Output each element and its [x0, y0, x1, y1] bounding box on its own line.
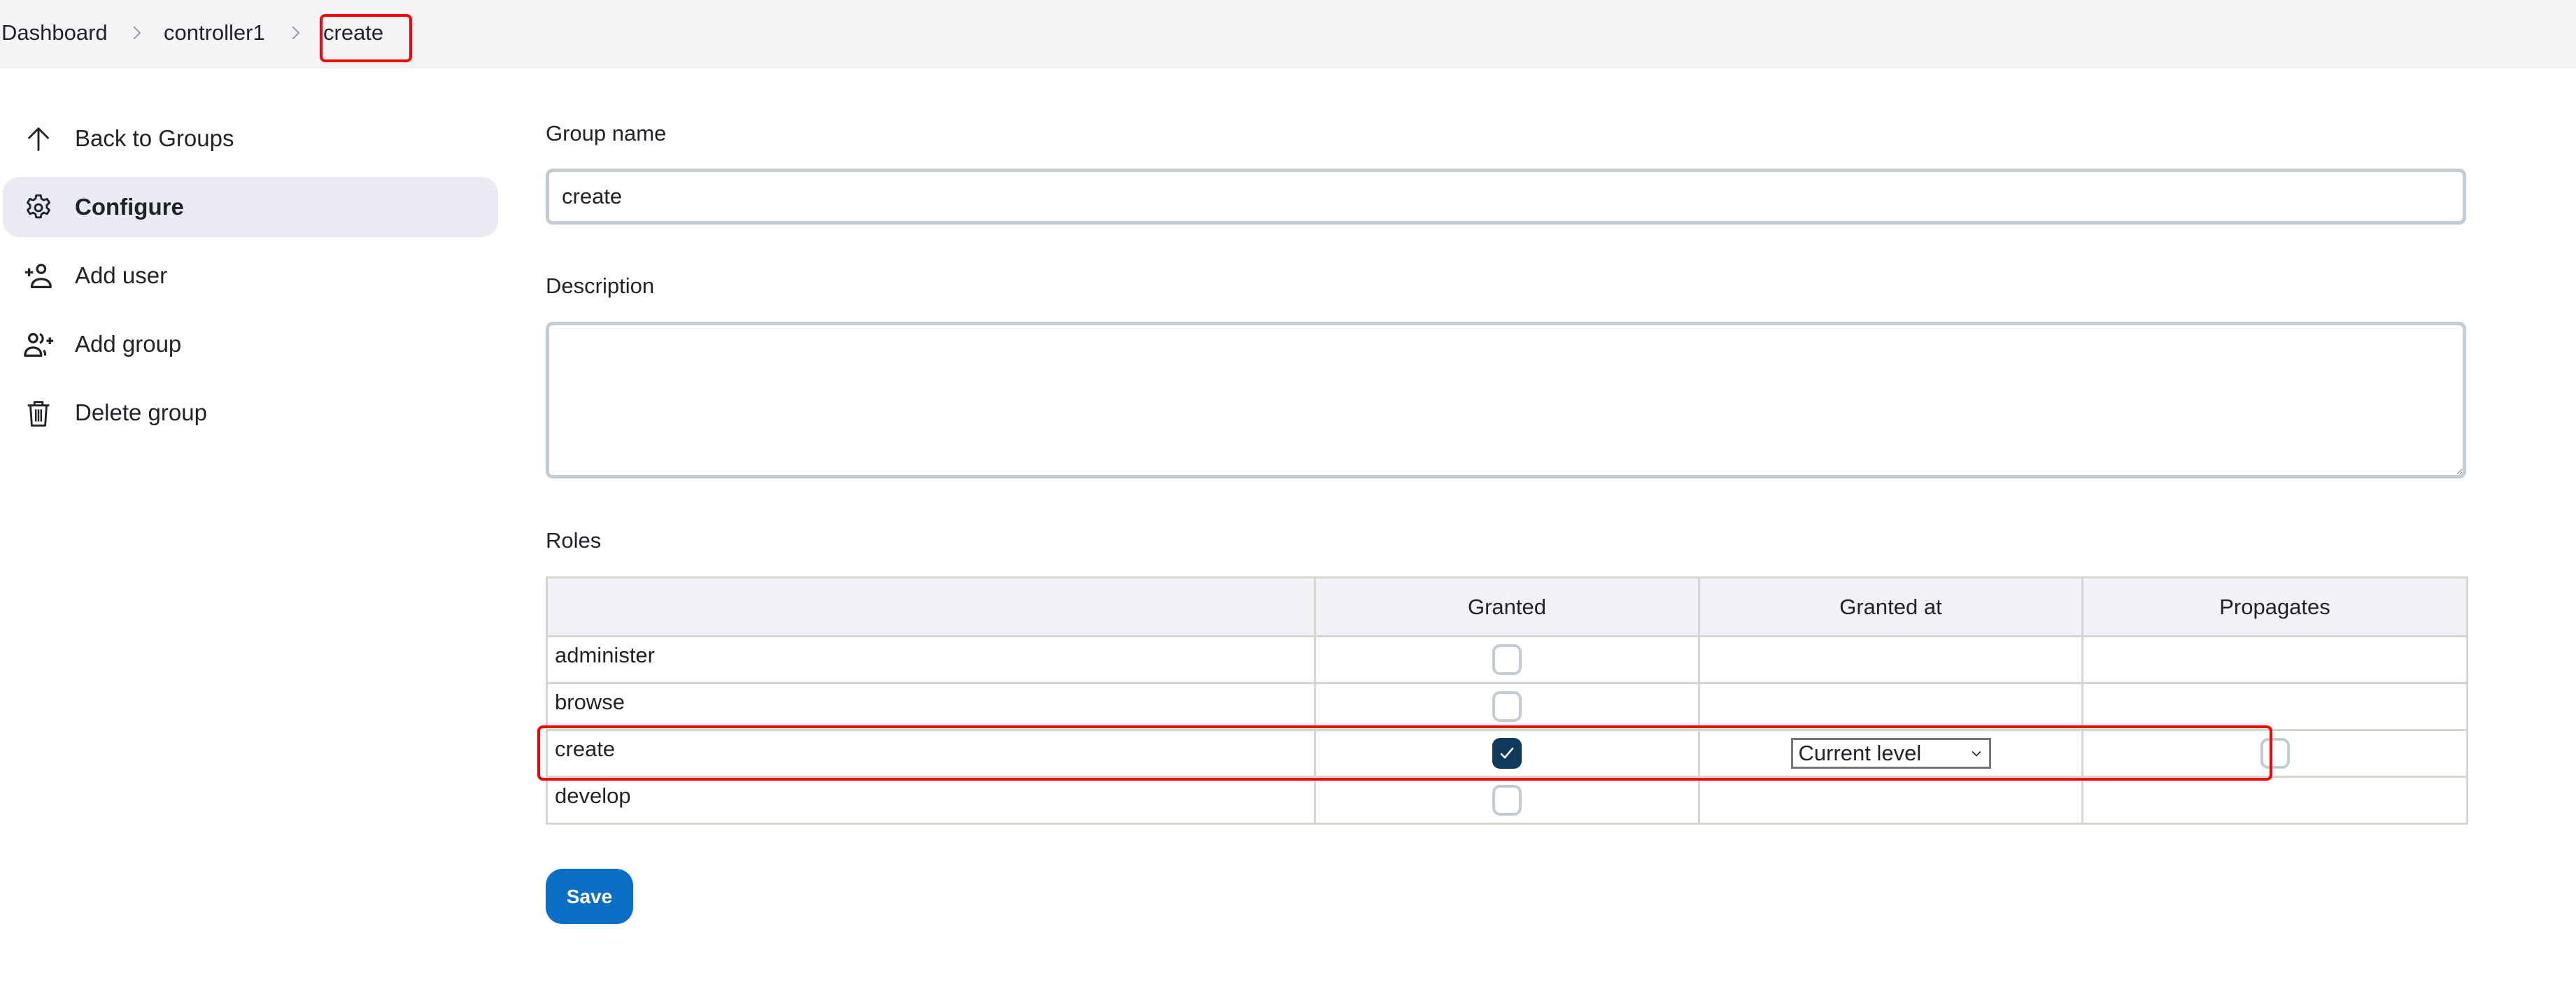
checkmark-icon	[1500, 747, 1514, 759]
role-name: administer	[546, 635, 1316, 684]
table-row: browse	[546, 682, 2468, 731]
granted-at-cell	[1698, 635, 2083, 684]
granted-at-select[interactable]: Current level	[1790, 738, 1991, 769]
table-row: create Current level	[546, 729, 2468, 778]
chevron-down-icon	[1972, 751, 1981, 757]
granted-at-selected-value: Current level	[1798, 741, 1922, 765]
breadcrumb-current-group[interactable]: create	[323, 19, 383, 47]
save-button[interactable]: Save	[546, 869, 633, 924]
sidebar-item-add-group[interactable]: Add group	[3, 314, 498, 374]
breadcrumb: Dashboard controller1 create	[0, 0, 2576, 69]
arrow-up-icon	[22, 123, 55, 155]
propagates-cell	[2081, 635, 2468, 684]
role-name: create	[546, 729, 1316, 778]
description-textarea[interactable]	[546, 322, 2466, 478]
table-header-row: Granted Granted at Propagates	[546, 576, 2468, 637]
column-header-role	[546, 576, 1316, 637]
granted-at-cell	[1698, 776, 2083, 825]
trash-icon	[22, 397, 55, 429]
users-plus-icon	[22, 329, 55, 361]
sidebar-item-add-user[interactable]: Add user	[3, 246, 498, 306]
sidebar-item-delete-group[interactable]: Delete group	[3, 383, 498, 443]
table-row: develop	[546, 776, 2468, 825]
granted-checkbox[interactable]	[1492, 644, 1522, 675]
chevron-right-icon	[285, 22, 306, 43]
description-label: Description	[546, 274, 655, 298]
user-plus-icon	[22, 260, 55, 292]
breadcrumb-controller[interactable]: controller1	[164, 19, 265, 47]
column-header-granted: Granted	[1314, 576, 1700, 637]
sidebar-item-back-to-groups[interactable]: Back to Groups	[3, 108, 498, 169]
sidebar-item-label: Add group	[75, 331, 182, 357]
column-header-granted-at: Granted at	[1698, 576, 2083, 637]
chevron-right-icon	[126, 22, 147, 43]
sidebar-item-label: Add user	[75, 262, 168, 288]
propagates-cell	[2081, 682, 2468, 731]
granted-checkbox[interactable]	[1492, 691, 1522, 722]
roles-label: Roles	[546, 528, 602, 553]
gear-icon	[22, 192, 55, 224]
roles-table: Granted Granted at Propagates administer…	[546, 576, 2468, 825]
granted-checkbox[interactable]	[1492, 738, 1522, 769]
group-name-label: Group name	[546, 121, 667, 145]
table-row: administer	[546, 635, 2468, 684]
granted-checkbox[interactable]	[1492, 785, 1522, 816]
propagates-checkbox[interactable]	[2260, 738, 2290, 769]
sidebar-item-configure[interactable]: Configure	[3, 177, 498, 237]
group-name-input[interactable]	[546, 169, 2466, 225]
granted-at-cell	[1698, 682, 2083, 731]
role-name: develop	[546, 776, 1316, 825]
propagates-cell	[2081, 776, 2468, 825]
sidebar-item-label: Back to Groups	[75, 125, 234, 151]
role-name: browse	[546, 682, 1316, 731]
column-header-propagates: Propagates	[2081, 576, 2468, 637]
sidebar-item-label: Delete group	[75, 399, 207, 425]
breadcrumb-dashboard[interactable]: Dashboard	[1, 19, 108, 47]
sidebar-item-label: Configure	[75, 194, 184, 220]
